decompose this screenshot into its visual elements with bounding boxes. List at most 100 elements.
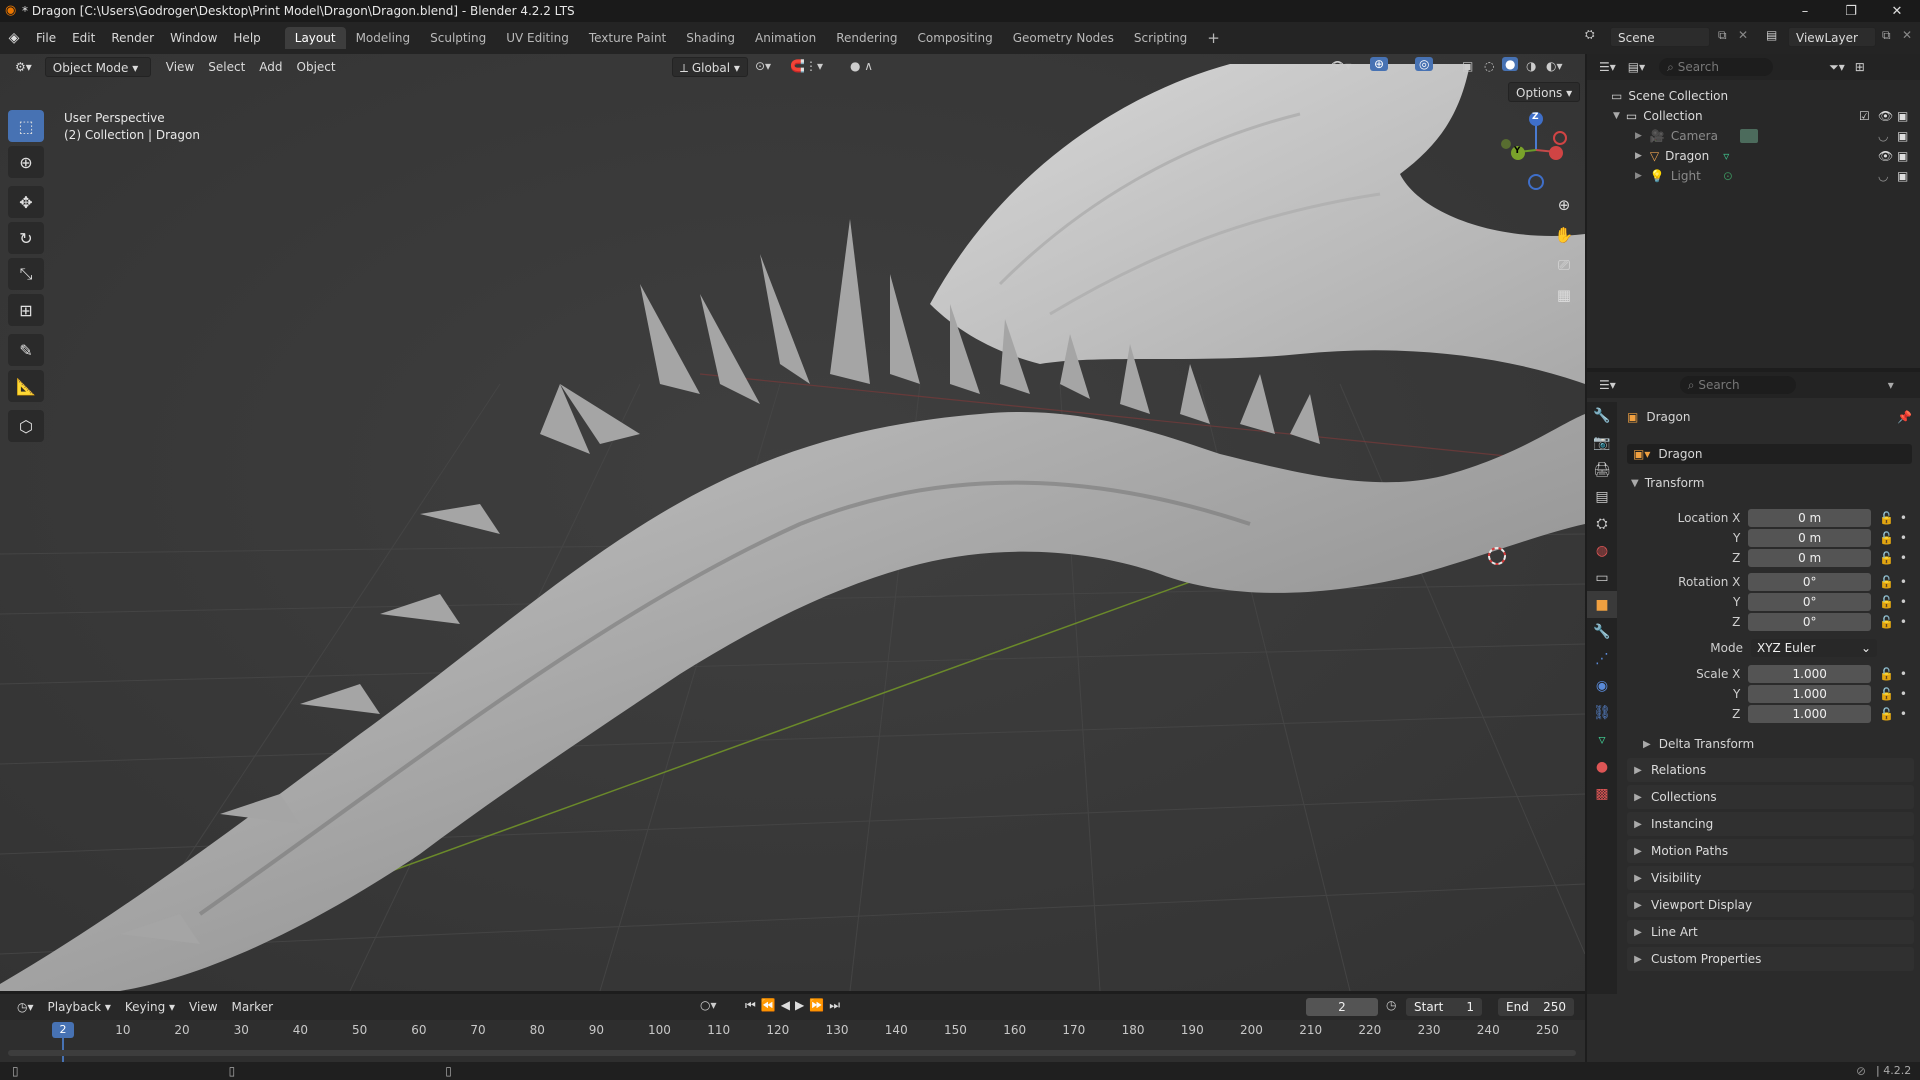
object-tab-icon[interactable]: ■	[1587, 591, 1617, 618]
material-tab-icon[interactable]: ●	[1587, 753, 1617, 780]
rotation-y-field[interactable]: 0°	[1748, 593, 1871, 611]
end-frame-field[interactable]: End 250	[1498, 998, 1574, 1016]
keyframe-rotation-y-icon[interactable]: •	[1900, 595, 1907, 609]
keyframe-rotation-x-icon[interactable]: •	[1900, 575, 1907, 589]
filter-icon[interactable]: ⏷▾	[1829, 60, 1845, 75]
workspace-tab-layout[interactable]: Layout	[284, 27, 346, 49]
outliner-item-camera[interactable]: ▶ 🎥 Camera ◡ ▣	[1587, 126, 1920, 146]
scale-y-field[interactable]: 1.000	[1748, 685, 1871, 703]
timeline-scrollbar[interactable]	[8, 1050, 1576, 1056]
tool-tab-icon[interactable]: 🔧	[1587, 402, 1617, 429]
properties-editor-icon[interactable]: ☰▾	[1599, 378, 1616, 392]
dragon-expand-icon[interactable]: ▶	[1635, 151, 1642, 161]
scene-collection-row[interactable]: ▭ Scene Collection	[1587, 86, 1920, 106]
timeline-menu-view[interactable]: View	[182, 997, 224, 1017]
preview-range-icon[interactable]: ◷	[1386, 998, 1396, 1012]
measure-icon[interactable]: 📐	[8, 370, 44, 402]
rotation-mode-dropdown[interactable]: XYZ Euler ⌄	[1751, 639, 1877, 657]
lock-scale-z-icon[interactable]: 🔓	[1879, 707, 1894, 721]
restore-button[interactable]: ❐	[1828, 0, 1874, 22]
light-hidden-icon[interactable]: ◡	[1878, 169, 1888, 183]
workspace-tab-modeling[interactable]: Modeling	[346, 27, 421, 49]
current-frame-field[interactable]: 2	[1306, 998, 1378, 1016]
mesh-data-icon[interactable]: ▿	[1723, 149, 1729, 163]
cursor-icon[interactable]: ⊕	[8, 146, 44, 178]
panel-visibility[interactable]: ▶ Visibility	[1627, 866, 1914, 890]
keyframe-scale-y-icon[interactable]: •	[1900, 687, 1907, 701]
auto-keying-icon[interactable]: ○▾	[700, 998, 717, 1012]
ortho-grid-icon[interactable]: ▦	[1551, 286, 1577, 316]
workspace-tab-compositing[interactable]: Compositing	[907, 27, 1002, 49]
delta-transform-subpanel[interactable]: ▶ Delta Transform	[1643, 734, 1754, 754]
collection-row[interactable]: ▼ ▭ Collection ☑ 👁 ▣	[1587, 106, 1920, 126]
lock-location-y-icon[interactable]: 🔓	[1879, 531, 1894, 545]
delete-scene-icon[interactable]: ✕	[1738, 28, 1748, 42]
camera-view-icon[interactable]: ⎚	[1551, 256, 1577, 286]
panel-viewport-display[interactable]: ▶ Viewport Display	[1627, 893, 1914, 917]
display-mode-icon[interactable]: ▤▾	[1628, 60, 1645, 74]
outliner-search[interactable]: ⌕ Search	[1659, 58, 1774, 76]
delete-viewlayer-icon[interactable]: ✕	[1902, 28, 1912, 42]
snap-icon[interactable]: 🧲⋮▾	[790, 59, 823, 73]
rendered-shading-icon[interactable]: ◐▾	[1546, 59, 1563, 73]
location-y-field[interactable]: 0 m	[1748, 529, 1871, 547]
transform-icon[interactable]: ⊞	[8, 294, 44, 326]
data-tab-icon[interactable]: ▿	[1587, 726, 1617, 753]
transform-panel-header[interactable]: ▼ Transform	[1627, 472, 1914, 494]
lock-rotation-z-icon[interactable]: 🔓	[1879, 615, 1894, 629]
jump-end-icon[interactable]: ⏭	[829, 998, 845, 1012]
lock-scale-x-icon[interactable]: 🔓	[1879, 667, 1894, 681]
vp-menu-view[interactable]: View	[159, 57, 201, 77]
light-data-icon[interactable]: ⊙	[1723, 169, 1733, 183]
panel-instancing[interactable]: ▶ Instancing	[1627, 812, 1914, 836]
move-icon[interactable]: ✥	[8, 186, 44, 218]
annotate-icon[interactable]: ✎	[8, 334, 44, 366]
keyframe-location-y-icon[interactable]: •	[1900, 531, 1907, 545]
orientation-selector[interactable]: ⟂ Global ▾	[672, 57, 748, 77]
editor-type-icon[interactable]: ⚙▾	[8, 57, 39, 77]
keyframe-rotation-z-icon[interactable]: •	[1900, 615, 1907, 629]
add-workspace-button[interactable]: +	[1197, 27, 1230, 49]
visibility-icon[interactable]: 👁▾	[1330, 59, 1351, 73]
play-icon[interactable]: ▶	[795, 998, 809, 1012]
keyframe-scale-z-icon[interactable]: •	[1900, 707, 1907, 721]
properties-options-icon[interactable]: ▾	[1888, 378, 1894, 392]
timeline-menu-marker[interactable]: Marker	[225, 997, 280, 1017]
panel-collections[interactable]: ▶ Collections	[1627, 785, 1914, 809]
scale-z-field[interactable]: 1.000	[1748, 705, 1871, 723]
rotate-icon[interactable]: ↻	[8, 222, 44, 254]
vp-menu-select[interactable]: Select	[201, 57, 252, 77]
collection-render-icon[interactable]: ▣	[1897, 109, 1908, 123]
collection-visibility-icon[interactable]: 👁	[1878, 109, 1893, 123]
world-tab-icon[interactable]: ◍	[1587, 537, 1617, 564]
lock-rotation-y-icon[interactable]: 🔓	[1879, 595, 1894, 609]
view-layer-tab-icon[interactable]: ▤	[1587, 483, 1617, 510]
add-cube-icon[interactable]: ⬡	[8, 410, 44, 442]
scene-selector[interactable]: Scene	[1610, 27, 1710, 47]
timeline-area[interactable]: 10 20 30 40 50 60 70 80 90 100 110 120 130 140 150 160 1…	[0, 1020, 1585, 1062]
scene-tab-icon[interactable]: ⛭	[1587, 510, 1617, 537]
outliner-item-dragon[interactable]: ▶ ▽ Dragon ▿ 👁 ▣	[1587, 146, 1920, 166]
play-reverse-icon[interactable]: ◀	[781, 998, 795, 1012]
properties-search[interactable]: ⌕ Search	[1679, 376, 1796, 394]
light-expand-icon[interactable]: ▶	[1635, 171, 1642, 181]
material-shading-icon[interactable]: ◑	[1526, 59, 1536, 73]
outliner-item-light[interactable]: ▶ 💡 Light ⊙ ◡ ▣	[1587, 166, 1920, 186]
close-window-button[interactable]: ✕	[1874, 0, 1920, 22]
vp-menu-object[interactable]: Object	[290, 57, 343, 77]
lock-location-z-icon[interactable]: 🔓	[1879, 551, 1894, 565]
workspace-tab-texture-paint[interactable]: Texture Paint	[579, 27, 676, 49]
start-frame-field[interactable]: Start 1	[1406, 998, 1482, 1016]
texture-tab-icon[interactable]: ▩	[1587, 780, 1617, 807]
location-z-field[interactable]: 0 m	[1748, 549, 1871, 567]
blender-menu-icon[interactable]: ◈	[0, 30, 28, 46]
camera-data-icon[interactable]	[1739, 129, 1758, 143]
menu-render[interactable]: Render	[103, 27, 162, 49]
wireframe-shading-icon[interactable]: ◌	[1484, 59, 1494, 73]
gizmo-toggle-icon[interactable]: ⊕	[1370, 57, 1389, 71]
navigation-gizmo[interactable]: Z Y	[1498, 108, 1578, 198]
workspace-tab-scripting[interactable]: Scripting	[1124, 27, 1197, 49]
copy-viewlayer-icon[interactable]: ⧉	[1882, 28, 1891, 43]
rotation-x-field[interactable]: 0°	[1748, 573, 1871, 591]
3d-viewport[interactable]	[0, 54, 1585, 991]
